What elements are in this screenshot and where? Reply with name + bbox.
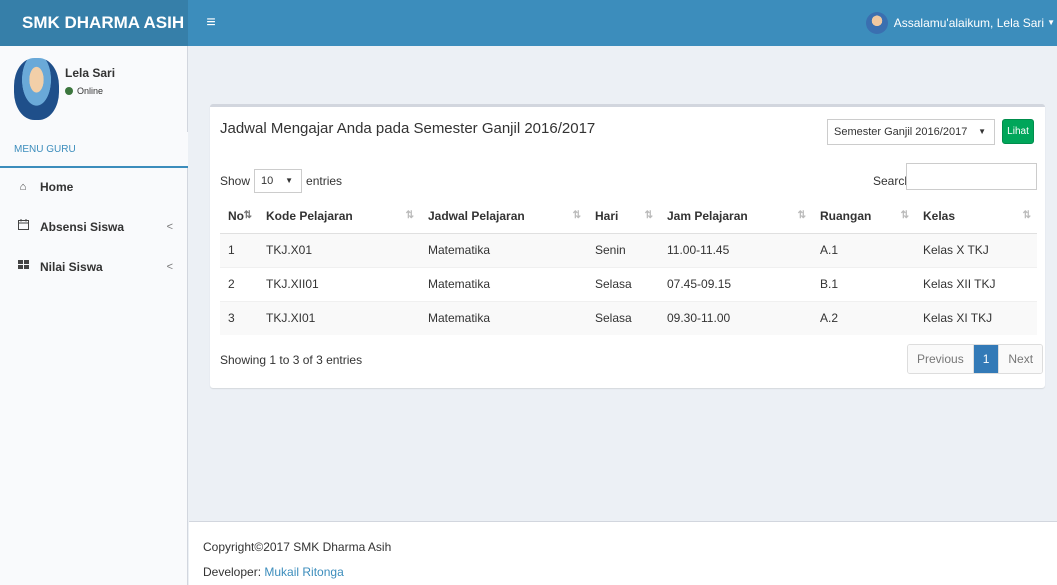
caret-down-icon: ▼ <box>1047 18 1055 27</box>
column-header-ruangan[interactable]: Ruangan ⇅ <box>812 199 915 234</box>
previous-page-button[interactable]: Previous <box>908 345 974 373</box>
column-header-no[interactable]: No ⇅ <box>220 199 258 234</box>
top-navbar: SMK DHARMA ASIH ≡ Assalamu'alaikum, Lela… <box>0 0 1057 46</box>
online-dot-icon <box>65 87 73 95</box>
sort-icon: ⇅ <box>797 210 806 221</box>
page-1-button[interactable]: 1 <box>973 345 999 373</box>
cell-kelas: Kelas X TKJ <box>915 232 1037 267</box>
next-page-button[interactable]: Next <box>998 345 1043 373</box>
user-status: Online <box>65 86 103 96</box>
cell-ruangan: A.1 <box>812 232 915 267</box>
cell-no: 2 <box>220 266 258 301</box>
cell-jam: 11.00-11.45 <box>659 232 812 267</box>
entries-select[interactable]: 10 ▼ <box>254 169 303 193</box>
home-icon: ⌂ <box>19 181 27 193</box>
entries-label: entries <box>306 174 343 188</box>
calendar-icon <box>15 207 31 247</box>
schedule-box: Jadwal Mengajar Anda pada Semester Ganji… <box>210 104 1045 388</box>
sidebar-item-home[interactable]: ⌂ Home <box>0 167 188 207</box>
search-input[interactable] <box>906 163 1037 190</box>
cell-jam: 09.30-11.00 <box>659 300 812 335</box>
cell-jadwal: Matematika <box>420 300 587 335</box>
cell-kelas: Kelas XII TKJ <box>915 266 1037 301</box>
show-label: Show <box>220 174 251 188</box>
developer-link[interactable]: Mukail Ritonga <box>264 565 343 579</box>
sidebar-toggle-icon[interactable]: ≡ <box>196 0 226 46</box>
cell-jadwal: Matematika <box>420 266 587 301</box>
developer-credit: Developer: Mukail Ritonga <box>203 565 344 579</box>
user-avatar-small <box>865 12 888 34</box>
sidebar-item-nilai-siswa[interactable]: Nilai Siswa < <box>0 247 188 287</box>
pagination: Previous 1 Next <box>907 344 1044 374</box>
cell-kode: TKJ.XII01 <box>258 266 420 301</box>
cell-hari: Selasa <box>587 266 659 301</box>
cell-kode: TKJ.X01 <box>258 232 420 267</box>
sidebar: Lela Sari Online MENU GURU ⌂ Home Absens… <box>0 46 188 585</box>
sort-icon: ⇅ <box>572 210 581 221</box>
sort-icon: ⇅ <box>405 210 414 221</box>
menu-header: MENU GURU <box>0 132 188 168</box>
sidebar-item-label: Absensi Siswa <box>40 220 125 234</box>
entries-length: Show 10 ▼ entries <box>220 169 342 193</box>
table-row: 1 TKJ.X01 Matematika Senin 11.00-11.45 A… <box>220 232 1037 267</box>
dropdown-arrow-icon: ▼ <box>285 176 294 185</box>
schedule-table: No ⇅ Kode Pelajaran ⇅ Jadwal Pelajaran ⇅ Ha… <box>220 199 1037 335</box>
copyright-text: Copyright©2017 SMK Dharma Asih <box>203 540 392 554</box>
sort-icon: ⇅ <box>900 210 909 221</box>
column-header-jam[interactable]: Jam Pelajaran ⇅ <box>659 199 812 234</box>
footer: Copyright©2017 SMK Dharma Asih Developer… <box>189 521 1057 585</box>
sidebar-item-absensi-siswa[interactable]: Absensi Siswa < <box>0 207 188 247</box>
column-header-jadwal[interactable]: Jadwal Pelajaran ⇅ <box>420 199 587 234</box>
column-header-hari[interactable]: Hari ⇅ <box>587 199 659 234</box>
chevron-left-icon: < <box>166 221 173 233</box>
sort-asc-icon: ⇅ <box>243 210 252 221</box>
cell-ruangan: B.1 <box>812 266 915 301</box>
sidebar-item-label: Nilai Siswa <box>40 260 103 274</box>
user-name: Lela Sari <box>65 66 116 80</box>
chevron-left-icon: < <box>166 261 173 273</box>
cell-no: 1 <box>220 232 258 267</box>
sort-icon: ⇅ <box>1022 210 1031 221</box>
cell-ruangan: A.2 <box>812 300 915 335</box>
table-header-row: No ⇅ Kode Pelajaran ⇅ Jadwal Pelajaran ⇅ Ha… <box>220 199 1037 234</box>
page-title: Jadwal Mengajar Anda pada Semester Ganji… <box>220 120 596 137</box>
table-row: 3 TKJ.XI01 Matematika Selasa 09.30-11.00… <box>220 300 1037 335</box>
th-icon <box>15 247 31 287</box>
cell-kelas: Kelas XI TKJ <box>915 300 1037 335</box>
column-header-kode[interactable]: Kode Pelajaran ⇅ <box>258 199 420 234</box>
developer-label: Developer: <box>203 565 262 579</box>
cell-hari: Selasa <box>587 300 659 335</box>
semester-select[interactable]: Semester Ganjil 2016/2017 ▼ <box>827 119 995 145</box>
cell-kode: TKJ.XI01 <box>258 300 420 335</box>
user-menu[interactable]: Assalamu'alaikum, Lela Sari ▼ <box>865 0 1057 46</box>
sort-icon: ⇅ <box>644 210 653 221</box>
column-header-kelas[interactable]: Kelas ⇅ <box>915 199 1037 234</box>
brand-logo[interactable]: SMK DHARMA ASIH <box>0 0 188 46</box>
table-info: Showing 1 to 3 of 3 entries <box>220 353 363 367</box>
lihat-button[interactable]: Lihat <box>1002 119 1034 144</box>
cell-no: 3 <box>220 300 258 335</box>
cell-jam: 07.45-09.15 <box>659 266 812 301</box>
entries-select-value: 10 <box>261 175 274 187</box>
dropdown-arrow-icon: ▼ <box>978 127 986 136</box>
sidebar-item-label: Home <box>40 180 74 194</box>
cell-jadwal: Matematika <box>420 232 587 267</box>
user-greeting: Assalamu'alaikum, Lela Sari <box>893 16 1045 30</box>
avatar <box>14 58 59 120</box>
table-row: 2 TKJ.XII01 Matematika Selasa 07.45-09.1… <box>220 266 1037 301</box>
user-status-label: Online <box>77 86 104 96</box>
cell-hari: Senin <box>587 232 659 267</box>
semester-select-value: Semester Ganjil 2016/2017 <box>834 126 968 138</box>
